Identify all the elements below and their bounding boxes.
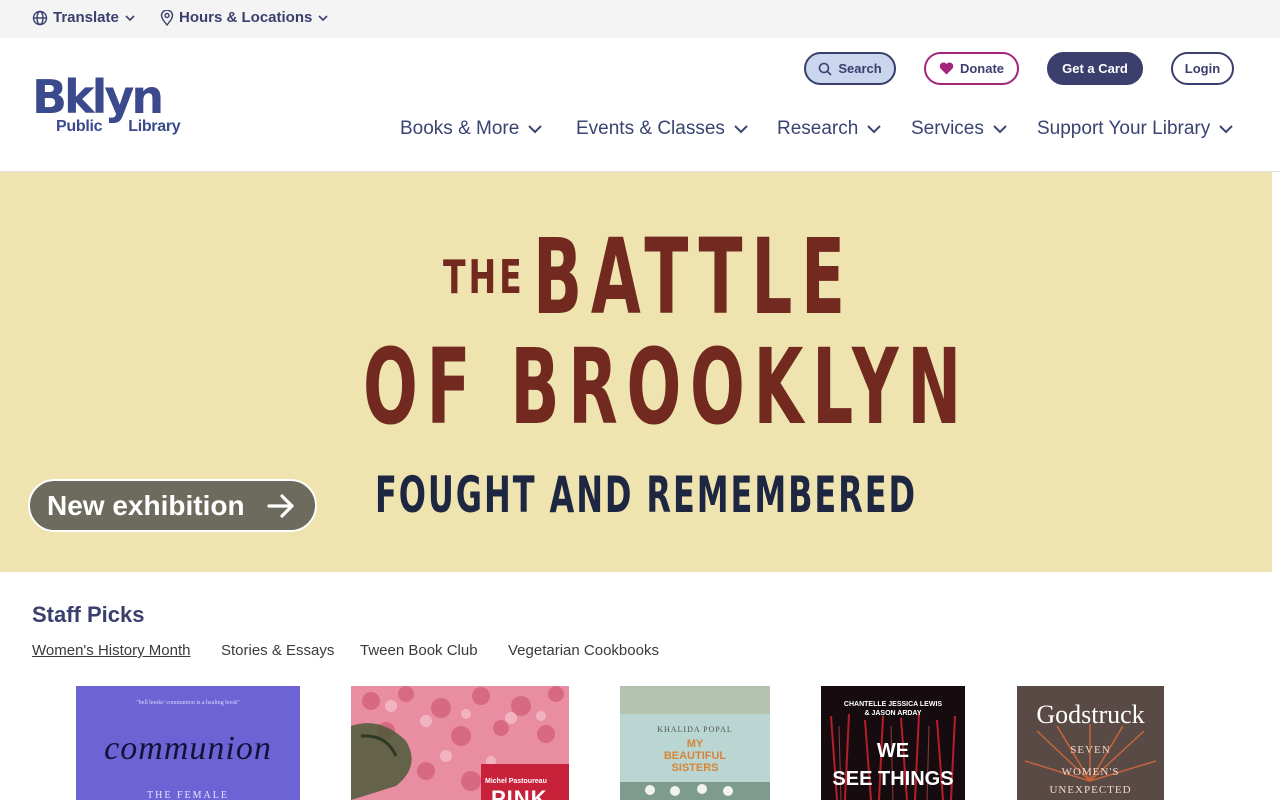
new-exhibition-button[interactable]: New exhibition	[28, 479, 317, 532]
hero-subtitle: FOUGHT AND REMEMBERED	[375, 466, 917, 524]
chevron-down-icon	[734, 125, 748, 134]
cover-author: KHALIDA POPAL	[657, 725, 733, 734]
logo-wordmark: Bklyn	[32, 70, 164, 124]
nav-support-library[interactable]: Support Your Library	[1037, 118, 1233, 140]
tab-stories-essays[interactable]: Stories & Essays	[221, 642, 334, 659]
chevron-down-icon	[318, 14, 328, 21]
nav-label: Services	[911, 118, 984, 139]
nav-label: Events & Classes	[576, 118, 725, 139]
nav-books-more[interactable]: Books & More	[400, 118, 543, 140]
cover-title-line1: MY	[686, 738, 704, 750]
cover-subtitle-line2: WOMEN'S	[1061, 766, 1120, 778]
book-cover-pink[interactable]: Michel Pastoureau PINK	[351, 686, 569, 800]
staff-picks-title: Staff Picks	[32, 602, 145, 627]
cover-top-band	[620, 686, 770, 714]
team-photo-image	[620, 782, 770, 800]
cover-title: PINK	[491, 786, 548, 800]
cover-author: Michel Pastoureau	[485, 778, 547, 785]
hero-banner[interactable]: THE BATTLE OF BROOKLYN FOUGHT AND REMEMB…	[0, 172, 1272, 572]
search-label: Search	[838, 61, 882, 76]
heart-icon	[939, 62, 954, 75]
donate-button[interactable]: Donate	[924, 52, 1019, 85]
utility-bar: Translate Hours & Locations	[0, 0, 1280, 38]
cover-title-line2: BEAUTIFUL	[663, 750, 727, 762]
nav-label: Research	[777, 118, 859, 139]
tab-vegetarian-cookbooks[interactable]: Vegetarian Cookbooks	[508, 642, 659, 659]
map-pin-icon	[160, 9, 174, 26]
chevron-down-icon	[867, 125, 882, 134]
new-exhibition-label: New exhibition	[47, 489, 245, 521]
book-cover-communion[interactable]: "bell hooks' communion is a healing book…	[76, 686, 300, 800]
cover-title-line2: SEE THINGS	[832, 768, 954, 790]
chevron-down-icon	[125, 14, 135, 21]
nav-label: Books & More	[400, 118, 520, 139]
cover-subtitle-line1: SEVEN	[1070, 744, 1111, 756]
hero-title-line2: OF BROOKLYN	[363, 326, 970, 448]
chevron-down-icon	[1219, 125, 1233, 134]
bklyn-logo[interactable]: Bklyn Public Library	[32, 74, 202, 142]
nav-research[interactable]: Research	[777, 118, 882, 140]
globe-icon	[32, 10, 48, 25]
cover-subtitle: THE FEMALE	[147, 790, 229, 800]
book-cover-we-see-things[interactable]: CHANTELLE JESSICA LEWIS & JASON ARDAY WE…	[821, 686, 965, 800]
nav-services[interactable]: Services	[911, 118, 1007, 140]
hero-title-line1: BATTLE	[533, 216, 854, 338]
translate-button[interactable]: Translate	[32, 9, 136, 26]
get-card-button[interactable]: Get a Card	[1047, 52, 1143, 85]
hours-locations-button[interactable]: Hours & Locations	[160, 9, 329, 26]
chevron-down-icon	[528, 125, 543, 134]
search-button[interactable]: Search	[804, 52, 896, 85]
logo-subtitle: Public Library	[56, 118, 181, 135]
cover-blurb: "bell hooks' communion is a healing book…	[136, 700, 240, 706]
tab-womens-history-month[interactable]: Women's History Month	[32, 642, 190, 659]
chevron-down-icon	[993, 125, 1007, 134]
cover-author-line2: & JASON ARDAY	[864, 710, 922, 717]
tab-tween-book-club[interactable]: Tween Book Club	[360, 642, 478, 659]
cover-author-line1: CHANTELLE JESSICA LEWIS	[843, 701, 943, 708]
donate-label: Donate	[959, 61, 1005, 76]
arrow-right-icon	[266, 493, 294, 518]
book-cover-my-beautiful-sisters[interactable]: KHALIDA POPAL MY BEAUTIFUL SISTERS	[620, 686, 770, 800]
cover-title: Godstruck	[1036, 700, 1145, 729]
cover-subtitle-line3: UNEXPECTED	[1049, 784, 1132, 796]
login-label: Login	[1184, 61, 1221, 76]
site-header: Bklyn Public Library Search Donate Get a …	[0, 38, 1280, 172]
search-icon	[819, 62, 832, 76]
cover-title-line3: SISTERS	[671, 762, 719, 774]
get-card-label: Get a Card	[1062, 61, 1128, 76]
hours-locations-label: Hours & Locations	[179, 9, 313, 26]
translate-label: Translate	[53, 9, 119, 26]
cover-title: communion	[104, 730, 272, 767]
cover-title-line1: WE	[876, 740, 910, 762]
nav-events-classes[interactable]: Events & Classes	[576, 118, 748, 140]
hero-title-prefix: THE	[443, 250, 525, 304]
login-button[interactable]: Login	[1171, 52, 1234, 85]
book-cover-godstruck[interactable]: Godstruck SEVEN WOMEN'S UNEXPECTED	[1017, 686, 1164, 800]
nav-label: Support Your Library	[1037, 118, 1211, 139]
